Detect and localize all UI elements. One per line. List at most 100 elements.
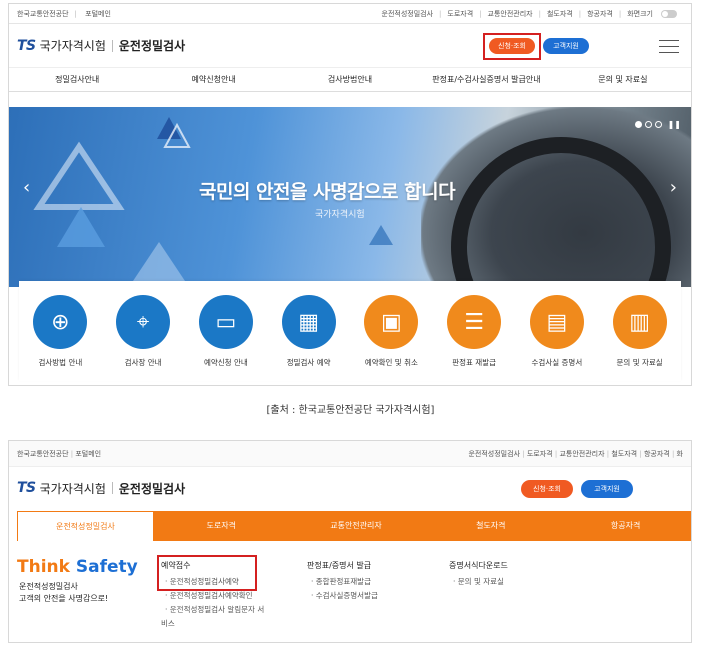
tab-rail[interactable]: 철도자격 [423, 511, 558, 541]
prev-slide-icon[interactable]: ‹ [23, 177, 30, 198]
quick-item[interactable]: ▣ 예약확인 및 취소 [352, 295, 430, 381]
util-link-aptitude[interactable]: 운전적성정밀검사 [382, 9, 434, 19]
slide-dot-1[interactable] [634, 121, 642, 128]
checklist-icon: ☰ [447, 295, 502, 349]
hero-title: 국민의 안전을 사명감으로 합니다 [199, 181, 456, 203]
tab-road[interactable]: 도로자격 [154, 511, 289, 541]
mega-menu-panel: Think Safety 운전적성정밀검사 고객의 안전을 사명감으로! 예약접… [17, 541, 691, 642]
menu-col-download: 증명서식다운로드 · 문의 및 자료실 [449, 559, 508, 589]
menu-head-certificate: 판정표/증명서 발급 [307, 561, 372, 570]
map-pin-icon: ⌖ [116, 295, 171, 349]
util2-link-aptitude[interactable]: 운전적성정밀검사 [468, 450, 520, 458]
utility-bar: 한국교통안전공단 | 포털메인 운전적성정밀검사 | 도로자격 | 교통안전관리자 | … [9, 4, 691, 24]
quick-item[interactable]: ☰ 판정표 재발급 [435, 295, 513, 381]
ts-logo[interactable]: TS [17, 38, 36, 54]
nav-item-exam-guide[interactable]: 정밀검사안내 [9, 68, 145, 91]
highlight-box-2 [157, 555, 257, 591]
slide-dot-3[interactable] [654, 121, 662, 128]
menu-item-sms-service[interactable]: · 운전적성정밀검사 알림문자 서 [161, 603, 264, 617]
ts-logo-2[interactable]: TS [17, 480, 36, 496]
target-icon: ⊕ [33, 295, 88, 349]
menu-item-reissue[interactable]: · 종합판정표재발급 [307, 575, 378, 589]
quick-item[interactable]: ▥ 문의 및 자료실 [601, 295, 679, 381]
apply-inquiry-button-2[interactable]: 신청·조회 [521, 480, 573, 498]
menu-icon[interactable] [659, 40, 679, 58]
util2-link-kotsa[interactable]: 한국교통안전공단 [17, 450, 69, 458]
megamenu-screenshot: 한국교통안전공단 | 포털메인 운전적성정밀검사 | 도로자격 | 교통안전관리… [8, 440, 692, 643]
presentation-icon: ▭ [198, 295, 253, 349]
pause-icon[interactable]: ❚❚ [668, 120, 681, 129]
tab-aviation[interactable]: 항공자격 [558, 511, 691, 541]
util2-link-road[interactable]: 도로자격 [527, 450, 553, 458]
quick-item[interactable]: ▭ 예약신청 안내 [187, 295, 265, 381]
menu-item-inquiry[interactable]: · 문의 및 자료실 [449, 575, 508, 589]
util-link-screen-size[interactable]: 화면크기 [627, 9, 653, 19]
certificate-icon: ▤ [529, 295, 584, 349]
logo-divider-2 [111, 482, 113, 494]
quick-item-label: 검사장 안내 [124, 358, 162, 367]
mega-description: 운전적성정밀검사 고객의 안전을 사명감으로! [19, 581, 108, 605]
util-link-rail[interactable]: 철도자격 [547, 9, 573, 19]
nav-item-reservation-guide[interactable]: 예약신청안내 [145, 68, 281, 91]
desc-line-1: 운전적성정밀검사 [19, 582, 78, 591]
menu-col-certificate: 판정표/증명서 발급 · 종합판정표재발급 · 수검사실증명서발급 [307, 559, 378, 603]
quick-item-label: 예약신청 안내 [203, 358, 248, 367]
quick-item-label: 수검사실 증명서 [531, 358, 583, 367]
utility-bar-2: 한국교통안전공단 | 포털메인 운전적성정밀검사 | 도로자격 | 교통안전관리… [9, 441, 691, 467]
homepage-screenshot: 한국교통안전공단 | 포털메인 운전적성정밀검사 | 도로자격 | 교통안전관리자 | … [8, 3, 692, 386]
quick-item-label: 판정표 재발급 [452, 358, 497, 367]
quick-item[interactable]: ▦ 정밀검사 예약 [270, 295, 348, 381]
menu-item-reserve-confirm[interactable]: · 운전적성정밀검사예약확인 [161, 589, 264, 603]
category-tabs: 운전적성정밀검사 도로자격 교통안전관리자 철도자격 항공자격 [17, 511, 691, 541]
laptop-icon: ▣ [364, 295, 419, 349]
hero-subtitle: 국가자격시험 [315, 210, 365, 220]
util2-link-portal[interactable]: 포털메인 [75, 450, 101, 458]
hero-banner: ‹ › 국민의 안전을 사명감으로 합니다 국가자격시험 ❚❚ [9, 107, 691, 287]
util2-link-rail[interactable]: 철도자격 [611, 450, 637, 458]
slide-dot-2[interactable] [644, 121, 652, 128]
tab-safety-manager[interactable]: 교통안전관리자 [289, 511, 424, 541]
nav-item-certificate-guide[interactable]: 판정표/수검사실증명서 발급안내 [418, 68, 554, 91]
quick-item-label: 예약확인 및 취소 [364, 358, 418, 367]
site-header-2: TS 국가자격시험 운전정밀검사 신청·조회 고객지원 [9, 467, 691, 509]
clipboard-icon: ▥ [612, 295, 667, 349]
slide-indicator: ❚❚ [632, 120, 681, 129]
util-link-kotsa[interactable]: 한국교통안전공단 [17, 10, 69, 18]
quick-item-label: 문의 및 자료실 [616, 358, 663, 367]
nav-item-inquiry[interactable]: 문의 및 자료실 [555, 68, 691, 91]
logo-name: 국가자격시험 [39, 39, 106, 53]
next-slide-icon[interactable]: › [670, 177, 677, 198]
think-safety-slogan: Think Safety [17, 557, 138, 577]
quick-item[interactable]: ⊕ 검사방법 안내 [21, 295, 99, 381]
util2-link-safety-manager[interactable]: 교통안전관리자 [559, 450, 604, 458]
main-navigation: 정밀검사안내 예약신청안내 검사방법안내 판정표/수검사실증명서 발급안내 문의… [9, 68, 691, 92]
customer-support-button[interactable]: 고객지원 [543, 38, 589, 54]
customer-support-button-2[interactable]: 고객지원 [581, 480, 633, 498]
quick-menu: ⊕ 검사방법 안내 ⌖ 검사장 안내 ▭ 예약신청 안내 ▦ 정밀검사 예약 ▣ 예약확인 및 취… [19, 281, 681, 381]
site-header: TS 국가자격시험 운전정밀검사 신청·조회 고객지원 [9, 24, 691, 68]
util-link-portal[interactable]: 포털메인 [85, 10, 111, 18]
util2-link-screen[interactable]: 화 [677, 450, 683, 458]
source-caption: [출처 : 한국교통안전공단 국가자격시험] [266, 405, 435, 416]
util-link-safety-manager[interactable]: 교통안전관리자 [488, 9, 533, 19]
highlight-box [483, 33, 541, 60]
quick-item-label: 검사방법 안내 [38, 358, 83, 367]
util-link-road[interactable]: 도로자격 [447, 9, 473, 19]
nav-item-method-guide[interactable]: 검사방법안내 [282, 68, 418, 91]
menu-head-download: 증명서식다운로드 [449, 561, 508, 570]
logo-name-2: 국가자격시험 [39, 481, 106, 496]
screen-size-toggle[interactable] [661, 9, 677, 18]
desc-line-2: 고객의 안전을 사명감으로! [19, 594, 109, 603]
util2-link-aviation[interactable]: 항공자격 [644, 450, 670, 458]
tab-aptitude-exam[interactable]: 운전적성정밀검사 [17, 511, 154, 541]
calendar-icon: ▦ [281, 295, 336, 349]
util-link-aviation[interactable]: 항공자격 [587, 9, 613, 19]
quick-item-label: 정밀검사 예약 [286, 358, 331, 367]
menu-item-exam-cert[interactable]: · 수검사실증명서발급 [307, 589, 378, 603]
menu-item-sms-service-cont[interactable]: 비스 [161, 617, 264, 631]
quick-item[interactable]: ⌖ 검사장 안내 [104, 295, 182, 381]
logo-subtitle-2: 운전정밀검사 [118, 481, 186, 496]
logo-divider [111, 39, 113, 52]
quick-item[interactable]: ▤ 수검사실 증명서 [518, 295, 596, 381]
logo-subtitle: 운전정밀검사 [118, 39, 186, 53]
